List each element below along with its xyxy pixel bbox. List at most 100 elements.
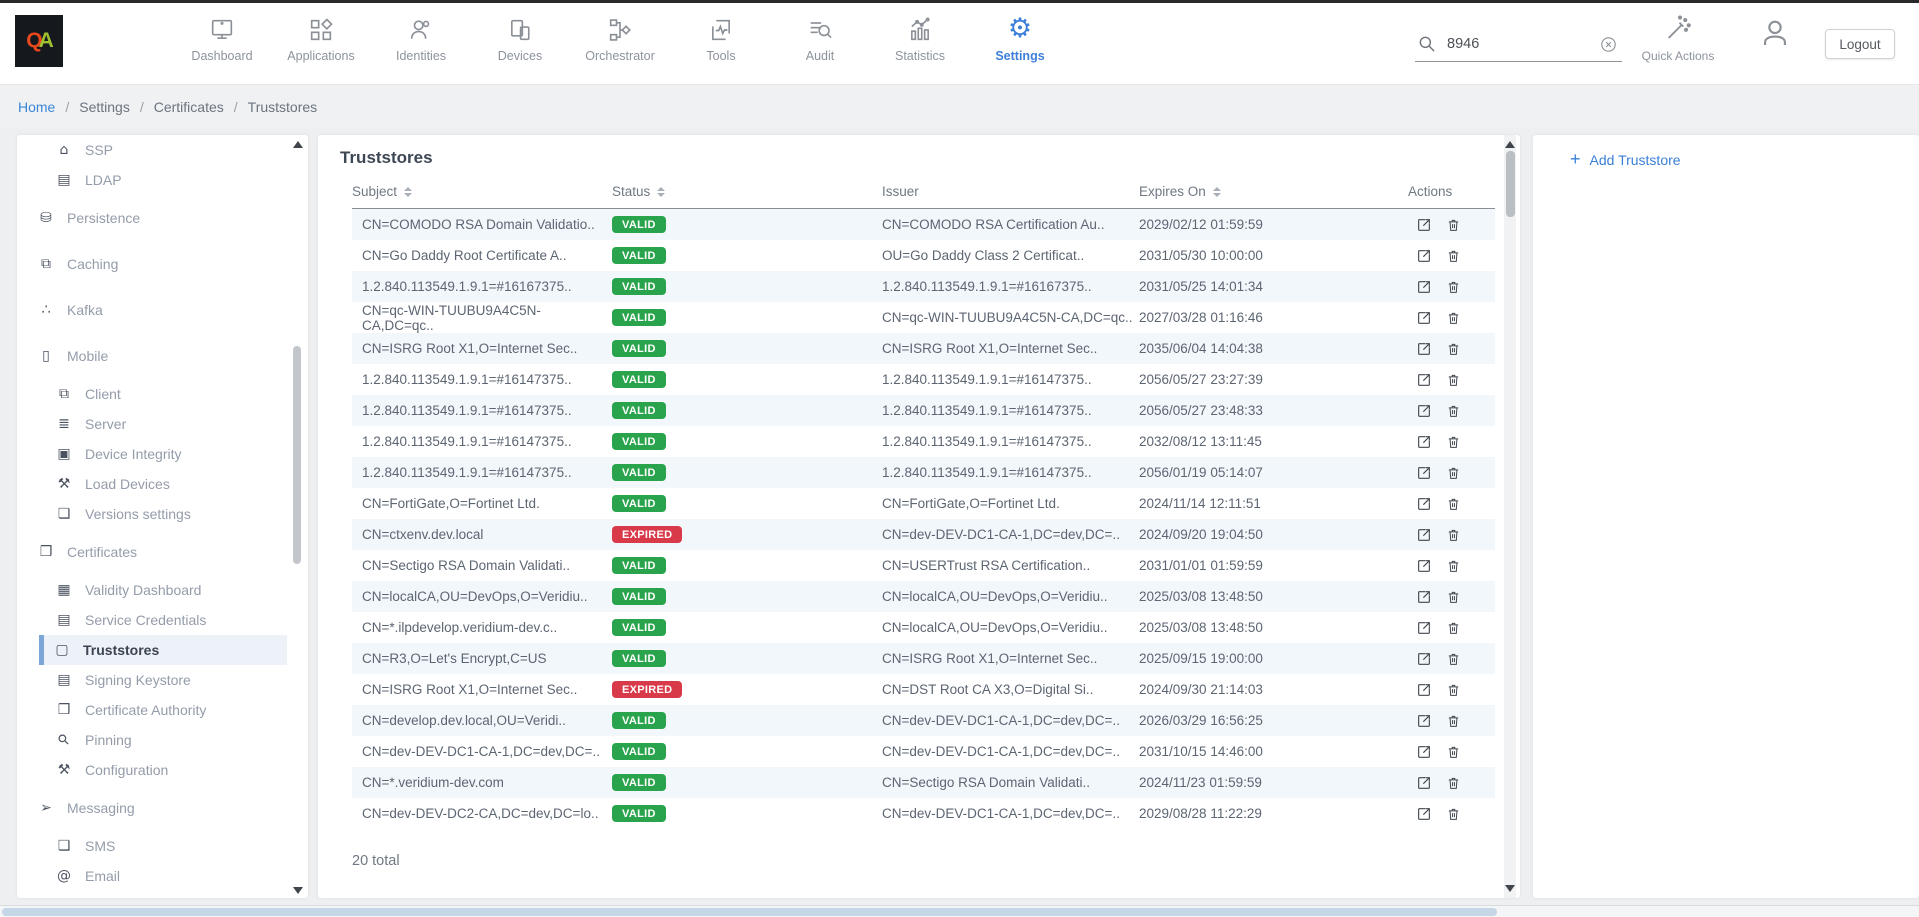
sidebar-item-ssp[interactable]: ⌂ SSP — [17, 135, 287, 165]
status-cell: VALID — [612, 247, 882, 265]
nav-item-applications[interactable]: Applications — [271, 12, 371, 63]
open-details-button[interactable] — [1416, 775, 1432, 791]
delete-trash-icon[interactable] — [1446, 620, 1461, 636]
open-details-button[interactable] — [1416, 248, 1432, 264]
delete-trash-icon[interactable] — [1446, 682, 1461, 698]
open-details-button[interactable] — [1416, 527, 1432, 543]
sidebar-item-kafka[interactable]: ∴ Kafka — [17, 287, 287, 333]
nav-item-identities[interactable]: Identities — [371, 12, 471, 63]
delete-trash-icon[interactable] — [1446, 496, 1461, 512]
open-details-button[interactable] — [1416, 682, 1432, 698]
sidebar-item-service-credentials[interactable]: ▤ Service Credentials — [17, 605, 287, 635]
delete-trash-icon[interactable] — [1446, 744, 1461, 760]
open-details-button[interactable] — [1416, 620, 1432, 636]
open-details-button[interactable] — [1416, 279, 1432, 295]
sidebar-item-load-devices[interactable]: ⚒ Load Devices — [17, 469, 287, 499]
sidebar-item-client[interactable]: ⧉ Client — [17, 379, 287, 409]
app-logo[interactable]: QA — [15, 15, 63, 67]
logout-button[interactable]: Logout — [1825, 29, 1895, 59]
open-details-button[interactable] — [1416, 434, 1432, 450]
sidebar-item-email[interactable]: @ Email — [17, 861, 287, 891]
search-input[interactable]: 8946 — [1447, 36, 1479, 52]
column-header-subject[interactable]: Subject — [352, 184, 612, 199]
sidebar-item-device-integrity[interactable]: ▣ Device Integrity — [17, 439, 287, 469]
nav-item-orchestrator[interactable]: Orchestrator — [570, 12, 670, 63]
open-details-button[interactable] — [1416, 806, 1432, 822]
horizontal-scrollbar[interactable] — [0, 905, 1919, 917]
delete-trash-icon[interactable] — [1446, 279, 1461, 295]
delete-trash-icon[interactable] — [1446, 310, 1461, 326]
table-scrollbar-thumb[interactable] — [1506, 151, 1515, 217]
sidebar-item-truststores[interactable]: ▢ Truststores — [39, 635, 287, 665]
open-details-button[interactable] — [1416, 713, 1432, 729]
actions-cell — [1408, 372, 1495, 388]
sidebar-item-validity-dashboard[interactable]: ▦ Validity Dashboard — [17, 575, 287, 605]
open-details-button[interactable] — [1416, 744, 1432, 760]
sidebar-item-mobile[interactable]: ▯ Mobile — [17, 333, 287, 379]
sidebar-item-persistence[interactable]: ⛁ Persistence — [17, 195, 287, 241]
column-header-issuer[interactable]: Issuer — [882, 184, 1139, 199]
sidebar-item-certificates[interactable]: ❒ Certificates — [17, 529, 287, 575]
table-scrollbar-track[interactable] — [1504, 135, 1516, 898]
column-header-status[interactable]: Status — [612, 184, 882, 199]
delete-trash-icon[interactable] — [1446, 651, 1461, 667]
add-truststore-button[interactable]: + Add Truststore — [1570, 149, 1681, 170]
nav-item-statistics[interactable]: Statistics — [870, 12, 970, 63]
sidebar-item-sms[interactable]: ❏ SMS — [17, 831, 287, 861]
delete-trash-icon[interactable] — [1446, 806, 1461, 822]
sidebar-item-messaging[interactable]: ➢ Messaging — [17, 785, 287, 831]
open-details-button[interactable] — [1416, 589, 1432, 605]
sidebar-item-configuration[interactable]: ⚒ Configuration — [17, 755, 287, 785]
delete-trash-icon[interactable] — [1446, 589, 1461, 605]
sidebar-item-notifications[interactable]: ▭ Notifications — [17, 891, 287, 898]
nav-item-devices[interactable]: Devices — [470, 12, 570, 63]
open-details-button[interactable] — [1416, 558, 1432, 574]
delete-trash-icon[interactable] — [1446, 465, 1461, 481]
sidebar-scrollbar-thumb[interactable] — [293, 346, 301, 564]
sidebar-item-versions-settings[interactable]: ❏ Versions settings — [17, 499, 287, 529]
open-details-button[interactable] — [1416, 372, 1432, 388]
open-details-button[interactable] — [1416, 310, 1432, 326]
user-avatar-icon[interactable] — [1758, 16, 1792, 50]
open-details-button[interactable] — [1416, 403, 1432, 419]
breadcrumb-home-link[interactable]: Home — [18, 99, 55, 115]
delete-trash-icon[interactable] — [1446, 217, 1461, 233]
nav-item-audit[interactable]: Audit — [770, 12, 870, 63]
delete-trash-icon[interactable] — [1446, 248, 1461, 264]
quick-actions-button[interactable]: Quick Actions — [1632, 13, 1724, 63]
breadcrumb-certificates[interactable]: Certificates — [154, 99, 224, 115]
open-details-button[interactable] — [1416, 651, 1432, 667]
sidebar-item-pinning[interactable]: ⚲ Pinning — [17, 725, 287, 755]
open-details-button[interactable] — [1416, 465, 1432, 481]
sidebar-scroll-down-arrow[interactable] — [293, 887, 303, 894]
nav-item-settings[interactable]: ⚙ Settings — [970, 12, 1070, 63]
column-header-actions[interactable]: Actions — [1408, 184, 1495, 199]
sidebar-item-caching[interactable]: ⧉ Caching — [17, 241, 287, 287]
sidebar-item-server[interactable]: ≣ Server — [17, 409, 287, 439]
delete-trash-icon[interactable] — [1446, 775, 1461, 791]
open-details-button[interactable] — [1416, 217, 1432, 233]
horizontal-scrollbar-thumb[interactable] — [2, 908, 1497, 916]
table-scroll-up-arrow[interactable] — [1505, 141, 1515, 148]
nav-item-dashboard[interactable]: Dashboard — [172, 12, 272, 63]
delete-trash-icon[interactable] — [1446, 403, 1461, 419]
column-header-expires-on[interactable]: Expires On — [1139, 184, 1408, 199]
search-clear-icon[interactable] — [1599, 35, 1618, 54]
delete-trash-icon[interactable] — [1446, 713, 1461, 729]
at-icon: @ — [55, 868, 73, 884]
open-details-button[interactable] — [1416, 341, 1432, 357]
table-scroll-down-arrow[interactable] — [1505, 885, 1515, 892]
delete-trash-icon[interactable] — [1446, 527, 1461, 543]
sidebar-item-signing-keystore[interactable]: ▤ Signing Keystore — [17, 665, 287, 695]
delete-trash-icon[interactable] — [1446, 372, 1461, 388]
delete-trash-icon[interactable] — [1446, 434, 1461, 450]
open-details-button[interactable] — [1416, 496, 1432, 512]
tools-icon — [707, 12, 735, 44]
sidebar-item-ldap[interactable]: ▤ LDAP — [17, 165, 287, 195]
breadcrumb-settings[interactable]: Settings — [79, 99, 130, 115]
sidebar-item-certificate-authority[interactable]: ❒ Certificate Authority — [17, 695, 287, 725]
sidebar-scroll-up-arrow[interactable] — [293, 141, 303, 148]
delete-trash-icon[interactable] — [1446, 341, 1461, 357]
delete-trash-icon[interactable] — [1446, 558, 1461, 574]
nav-item-tools[interactable]: Tools — [671, 12, 771, 63]
